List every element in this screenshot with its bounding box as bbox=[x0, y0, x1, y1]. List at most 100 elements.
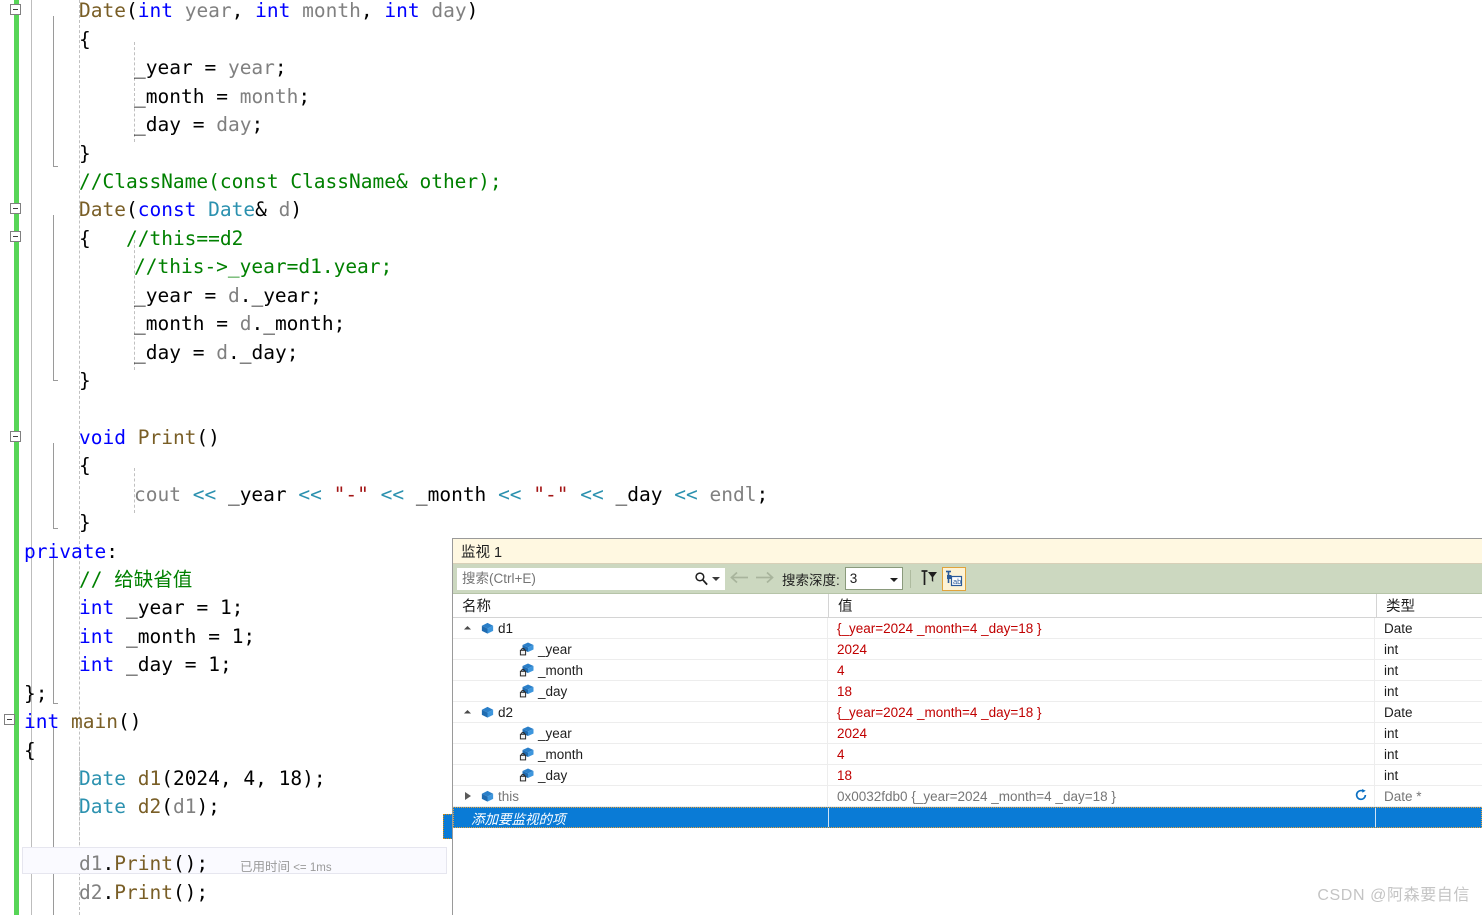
add-watch-row[interactable]: 添加要监视的项 bbox=[453, 807, 1482, 828]
code-line[interactable]: Date(int year, int month, int day) bbox=[79, 0, 478, 26]
watch-name-cell[interactable]: _day bbox=[453, 681, 828, 701]
code-line[interactable]: cout << _year << "-" << _month << "-" <<… bbox=[134, 481, 768, 510]
watch-table-body[interactable]: d1 {_year=2024 _month=4 _day=18 } Date _ye… bbox=[453, 618, 1482, 807]
watch-type-cell: int bbox=[1375, 765, 1480, 785]
watch-row[interactable]: _day 18 int bbox=[453, 681, 1482, 702]
watch-variable-type: int bbox=[1384, 641, 1399, 657]
watch-variable-value: 2024 bbox=[837, 725, 868, 741]
watch-toolbar[interactable]: 搜索深度: 3 ab bbox=[453, 564, 1482, 594]
watch-name-cell[interactable]: d1 bbox=[453, 618, 828, 638]
code-line[interactable]: int _year = 1; bbox=[79, 594, 243, 623]
add-watch-placeholder-cell[interactable]: 添加要监视的项 bbox=[454, 808, 829, 827]
watch-name-cell[interactable]: _month bbox=[453, 660, 828, 680]
code-line[interactable]: }; bbox=[24, 680, 47, 709]
watch-value-cell[interactable]: 2024 bbox=[828, 723, 1375, 743]
watch-value-cell[interactable]: 2024 bbox=[828, 639, 1375, 659]
search-depth-select[interactable]: 3 bbox=[844, 567, 903, 590]
column-header-name[interactable]: 名称 bbox=[453, 594, 829, 617]
code-line[interactable]: private: bbox=[24, 538, 118, 567]
code-line[interactable]: void Print() bbox=[79, 424, 220, 453]
watch-value-cell[interactable]: {_year=2024 _month=4 _day=18 } bbox=[828, 618, 1375, 638]
code-line[interactable]: } bbox=[79, 509, 91, 538]
watch-name-cell[interactable]: this bbox=[453, 786, 828, 806]
code-line[interactable]: d1.Print(); bbox=[79, 850, 208, 879]
column-header-type-label: 类型 bbox=[1386, 599, 1415, 615]
watch-type-cell: int bbox=[1375, 660, 1480, 680]
watch-variable-type: int bbox=[1384, 725, 1399, 741]
watch-row[interactable]: _year 2024 int bbox=[453, 723, 1482, 744]
watch-row[interactable]: _year 2024 int bbox=[453, 639, 1482, 660]
code-line[interactable]: int _day = 1; bbox=[79, 651, 232, 680]
watch-name-cell[interactable]: d2 bbox=[453, 702, 828, 722]
code-line[interactable]: } bbox=[79, 140, 91, 169]
code-line[interactable]: _year = year; bbox=[134, 54, 287, 83]
code-line[interactable]: _day = d._day; bbox=[134, 339, 298, 368]
code-line[interactable]: Date(const Date& d) bbox=[79, 196, 302, 225]
code-line[interactable]: //this->_year=d1.year; bbox=[134, 253, 392, 282]
watch-row[interactable]: d2 {_year=2024 _month=4 _day=18 } Date bbox=[453, 702, 1482, 723]
watch-row[interactable]: _day 18 int bbox=[453, 765, 1482, 786]
code-line[interactable]: { //this==d2 bbox=[79, 225, 243, 254]
pin-filter-icon[interactable] bbox=[918, 567, 942, 591]
expand-collapse-toggle[interactable] bbox=[459, 792, 476, 800]
private-field-icon bbox=[516, 767, 538, 783]
svg-text:ab: ab bbox=[953, 577, 961, 586]
watch-value-cell[interactable]: 18 bbox=[828, 681, 1375, 701]
watch-name-cell[interactable]: _year bbox=[453, 723, 828, 743]
watch-value-cell[interactable]: {_year=2024 _month=4 _day=18 } bbox=[828, 702, 1375, 722]
expand-collapse-toggle[interactable] bbox=[459, 709, 476, 717]
search-previous-button[interactable] bbox=[726, 570, 752, 587]
watch-row[interactable]: _month 4 int bbox=[453, 660, 1482, 681]
search-depth-value: 3 bbox=[849, 571, 858, 586]
code-line[interactable]: // 给缺省值 bbox=[79, 566, 192, 595]
watch-name-cell[interactable]: _month bbox=[453, 744, 828, 764]
add-watch-type-cell[interactable] bbox=[1376, 808, 1481, 827]
watch-variable-type: int bbox=[1384, 683, 1399, 699]
search-box[interactable] bbox=[456, 566, 726, 591]
watch-variable-name: _day bbox=[538, 683, 568, 699]
code-line[interactable]: { bbox=[24, 737, 36, 766]
code-line[interactable]: _year = d._year; bbox=[134, 282, 322, 311]
code-line[interactable]: { bbox=[79, 26, 91, 55]
code-line[interactable]: int main() bbox=[24, 708, 141, 737]
code-line[interactable]: //ClassName(const ClassName& other); bbox=[79, 168, 502, 197]
search-options-chevron-down-icon[interactable] bbox=[712, 576, 720, 582]
code-line[interactable]: { bbox=[79, 452, 91, 481]
watch-row[interactable]: this 0x0032fdb0 {_year=2024 _month=4 _day… bbox=[453, 786, 1482, 807]
column-header-type[interactable]: 类型 bbox=[1377, 594, 1482, 617]
search-input[interactable] bbox=[457, 570, 694, 587]
code-line[interactable]: } bbox=[79, 367, 91, 396]
column-header-value-label: 值 bbox=[838, 599, 853, 615]
watch-row[interactable]: _month 4 int bbox=[453, 744, 1482, 765]
add-watch-value-cell[interactable] bbox=[829, 808, 1376, 827]
code-line[interactable]: int _month = 1; bbox=[79, 623, 255, 652]
watch-variable-name: _month bbox=[538, 662, 584, 678]
watch-variable-value: 4 bbox=[837, 746, 845, 762]
watch-variable-type: Date * bbox=[1384, 788, 1422, 804]
watch-value-cell[interactable]: 4 bbox=[828, 744, 1375, 764]
watch-value-cell[interactable]: 18 bbox=[828, 765, 1375, 785]
code-line[interactable]: _month = d._month; bbox=[134, 310, 345, 339]
watch-name-cell[interactable]: _year bbox=[453, 639, 828, 659]
watch-variable-name: _year bbox=[538, 725, 572, 741]
watch-window[interactable]: 监视 1 搜索(Ctrl+E) 搜索深度: 3 ab 名称 值 类型 d1 {_… bbox=[452, 538, 1482, 915]
watch-variable-value: {_year=2024 _month=4 _day=18 } bbox=[837, 704, 1042, 720]
search-icon[interactable] bbox=[694, 571, 709, 586]
watch-value-cell[interactable]: 4 bbox=[828, 660, 1375, 680]
watermark: CSDN @阿森要自信 bbox=[1317, 887, 1470, 904]
code-line[interactable]: Date d1(2024, 4, 18); bbox=[79, 765, 326, 794]
search-next-button[interactable] bbox=[752, 570, 778, 587]
watch-row[interactable]: d1 {_year=2024 _month=4 _day=18 } Date bbox=[453, 618, 1482, 639]
refresh-icon[interactable] bbox=[1354, 788, 1368, 805]
column-header-value[interactable]: 值 bbox=[829, 594, 1377, 617]
watch-value-cell[interactable]: 0x0032fdb0 {_year=2024 _month=4 _day=18 … bbox=[828, 786, 1375, 806]
code-line[interactable]: d2.Print(); bbox=[79, 879, 208, 908]
code-line[interactable]: _month = month; bbox=[134, 83, 310, 112]
watch-window-title-bar[interactable]: 监视 1 bbox=[453, 539, 1482, 564]
watch-name-cell[interactable]: _day bbox=[453, 765, 828, 785]
code-line[interactable]: Date d2(d1); bbox=[79, 793, 220, 822]
expand-collapse-toggle[interactable] bbox=[459, 625, 476, 633]
show-raw-values-ab-icon[interactable]: ab bbox=[941, 566, 966, 591]
elapsed-time-value: <= 1ms bbox=[293, 862, 332, 874]
code-line[interactable]: _day = day; bbox=[134, 111, 263, 140]
